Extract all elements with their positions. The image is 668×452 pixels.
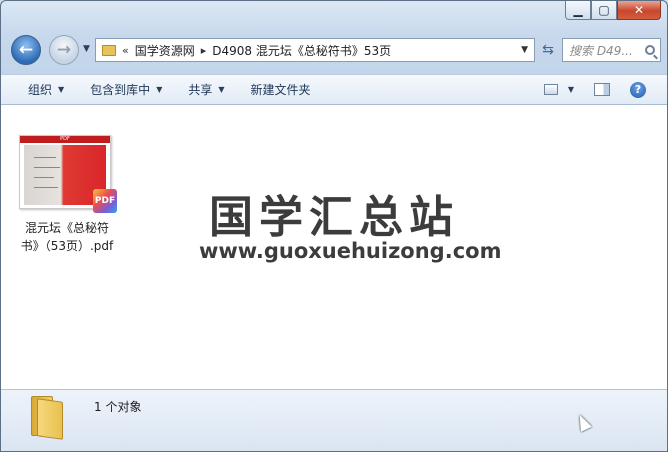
breadcrumb-overflow[interactable]: «	[122, 44, 129, 57]
toolbar-right: ▼ ?	[543, 75, 667, 104]
close-button[interactable]: ✕	[617, 1, 661, 20]
pdf-app-icon: PDF	[93, 189, 117, 213]
thumbnail-text-line	[34, 187, 58, 188]
folder-front	[37, 398, 63, 440]
include-in-library-label: 包含到库中	[90, 83, 151, 97]
command-bar: 组织 ▼ 包含到库中 ▼ 共享 ▼ 新建文件夹 ▼ ?	[1, 74, 667, 105]
folder-icon	[102, 44, 116, 56]
search-input[interactable]: 搜索 D49...	[562, 38, 661, 62]
watermark-url: www.guoxuehuizong.com	[199, 239, 502, 263]
breadcrumb-item-root[interactable]: 国学资源网	[135, 42, 195, 59]
file-list[interactable]: PDF PDF 混元坛《总秘符 书》（53页）.pdf 国学汇总站 www.gu…	[1, 105, 667, 389]
thumbnail-text-line	[34, 167, 60, 168]
file-name: 混元坛《总秘符 书》（53页）.pdf	[15, 219, 119, 255]
breadcrumb-item-current[interactable]: D4908 混元坛《总秘符书》53页	[212, 42, 391, 59]
share-label: 共享	[188, 83, 213, 97]
maximize-button[interactable]: ▢	[591, 1, 617, 20]
explorer-window: ▁ ▢ ✕ ← → ▼ « 国学资源网 ▸ D4908 混元坛《总秘符书》53页…	[0, 0, 668, 452]
refresh-icon: ⇆	[542, 42, 554, 58]
help-icon[interactable]: ?	[630, 81, 646, 98]
search-icon	[645, 45, 655, 55]
preview-pane-icon[interactable]	[594, 83, 610, 96]
new-folder-button[interactable]: 新建文件夹	[251, 81, 311, 98]
file-name-line-1: 混元坛《总秘符	[24, 221, 109, 235]
recent-pages-dropdown[interactable]: ▼	[83, 44, 90, 54]
search-placeholder: 搜索 D49...	[569, 43, 633, 58]
breadcrumb-arrow-icon[interactable]: ▸	[201, 44, 207, 57]
minimize-button[interactable]: ▁	[565, 1, 591, 20]
refresh-button[interactable]: ⇆	[538, 38, 558, 62]
back-arrow-icon: ←	[18, 40, 34, 60]
chevron-down-icon: ▼	[218, 85, 225, 94]
address-bar[interactable]: « 国学资源网 ▸ D4908 混元坛《总秘符书》53页 ▼	[95, 38, 535, 62]
details-pane: 1 个对象	[1, 389, 667, 451]
forward-button[interactable]: →	[49, 35, 79, 65]
chevron-down-icon: ▼	[58, 85, 65, 94]
mouse-cursor-icon	[574, 412, 592, 432]
forward-arrow-icon: →	[56, 40, 72, 60]
minimize-icon: ▁	[573, 3, 583, 17]
thumbnail-text-line	[34, 177, 54, 178]
include-in-library-button[interactable]: 包含到库中 ▼	[90, 81, 162, 98]
navigation-bar: ← → ▼ « 国学资源网 ▸ D4908 混元坛《总秘符书》53页 ▼ ⇆ 搜…	[9, 34, 661, 68]
close-icon: ✕	[633, 3, 645, 17]
organize-button[interactable]: 组织 ▼	[28, 81, 64, 98]
share-button[interactable]: 共享 ▼	[188, 81, 224, 98]
watermark-title: 国学汇总站	[209, 192, 459, 243]
folder-icon	[27, 396, 67, 440]
thumbnail-text-line	[34, 157, 56, 158]
thumbnail-header: PDF	[20, 136, 110, 143]
back-button[interactable]: ←	[11, 35, 41, 65]
item-count: 1 个对象	[94, 400, 142, 414]
new-folder-label: 新建文件夹	[250, 83, 311, 97]
maximize-icon: ▢	[598, 3, 610, 17]
chevron-down-icon: ▼	[156, 85, 163, 94]
file-name-line-2: 书》（53页）.pdf	[20, 239, 114, 253]
address-dropdown-icon[interactable]: ▼	[521, 45, 528, 55]
view-options-dropdown[interactable]: ▼	[568, 85, 574, 94]
organize-label: 组织	[28, 83, 53, 97]
change-view-icon[interactable]	[543, 84, 558, 95]
caption-buttons: ▁ ▢ ✕	[565, 1, 661, 21]
